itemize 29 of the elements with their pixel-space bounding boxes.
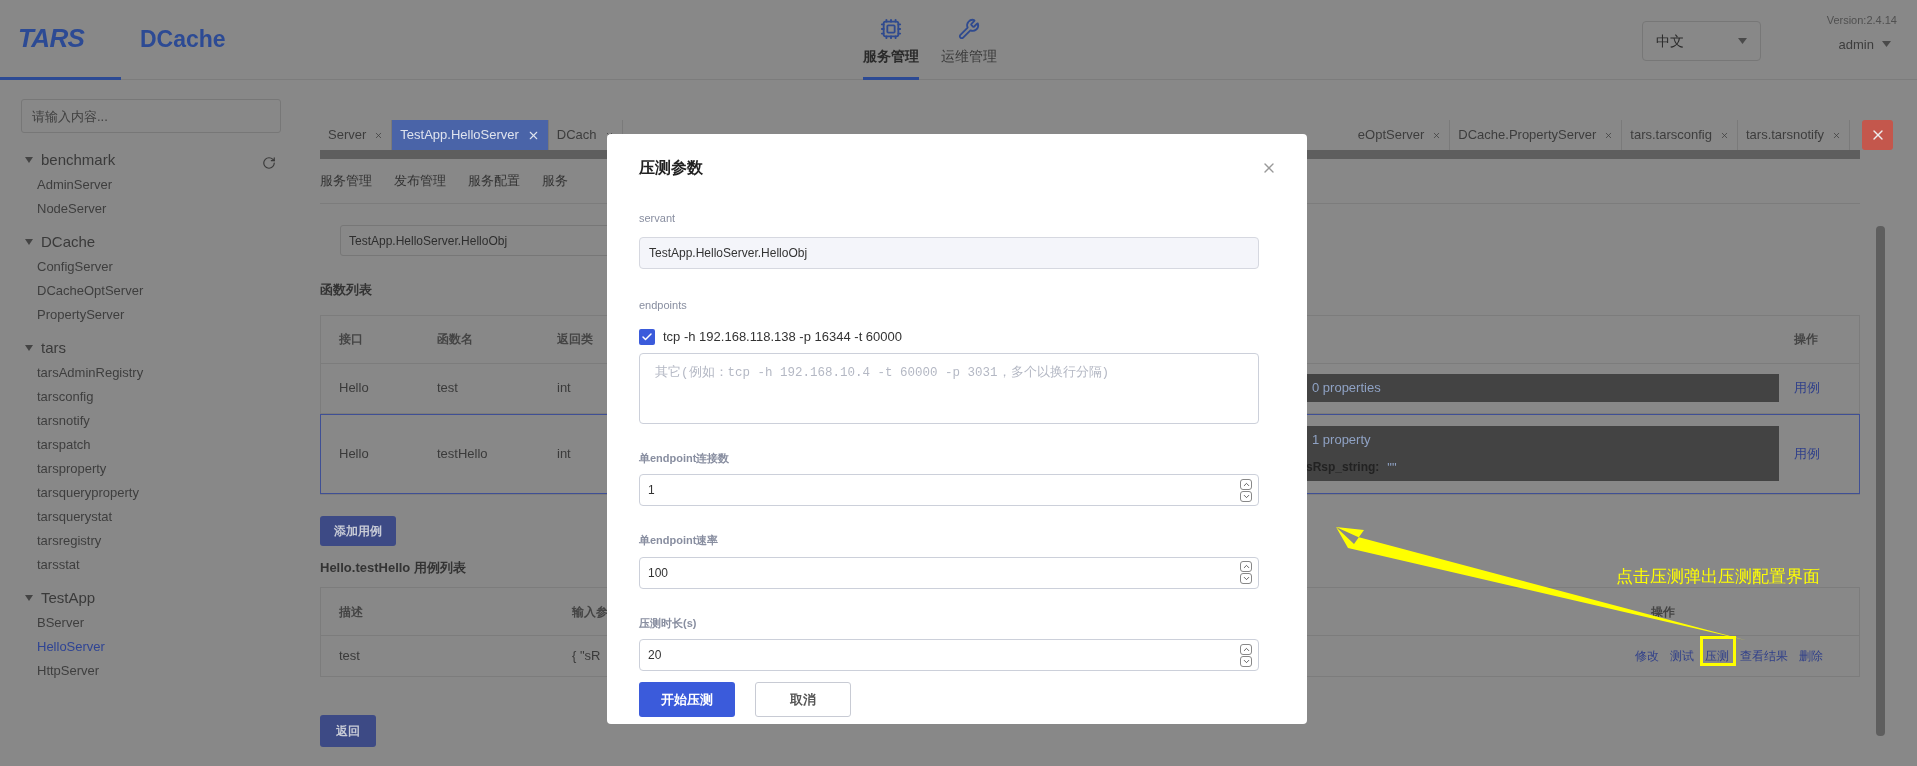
logo: TARS <box>18 22 85 55</box>
table-cell-text: testHello <box>437 444 489 463</box>
annotation-text: 点击压测弹出压测配置界面 <box>1616 566 1820 588</box>
column-header: 描述 <box>338 603 364 621</box>
section-title: 函数列表 <box>320 281 372 299</box>
field-label: 压测时长(s) <box>639 615 698 631</box>
field-label: endpoints <box>639 297 688 313</box>
table-cell-text: Hello <box>338 379 370 398</box>
column-header: 返回类 <box>557 331 593 348</box>
field-label: 单endpoint速率 <box>639 533 720 548</box>
column-header: 操作 <box>1793 331 1819 348</box>
section-title: Hello.testHello 用例列表 <box>320 558 466 577</box>
dialog-title: 压测参数 <box>639 158 703 178</box>
table-cell-text: int <box>557 444 571 463</box>
table-cell-text: { "sR <box>572 647 601 666</box>
table-cell-text: Hello <box>338 444 370 463</box>
table-cell-text: int <box>557 379 571 398</box>
table-cell-text: test <box>437 379 459 398</box>
endpoint-label: tcp -h 192.168.118.138 -p 16344 -t 60000 <box>663 328 902 346</box>
column-header: 输入参 <box>572 603 608 621</box>
field-value: "" <box>1387 458 1397 477</box>
column-header: 函数名 <box>437 331 474 348</box>
field-label: servant <box>639 211 677 226</box>
table-cell-text: test <box>338 647 361 666</box>
logo: DCache <box>140 25 226 55</box>
column-header: 接口 <box>338 331 364 348</box>
properties-panel: 0 properties <box>1306 374 1779 402</box>
field-label: 单endpoint连接数 <box>639 450 731 466</box>
version-label: Version:2.4.14 <box>1826 13 1897 28</box>
